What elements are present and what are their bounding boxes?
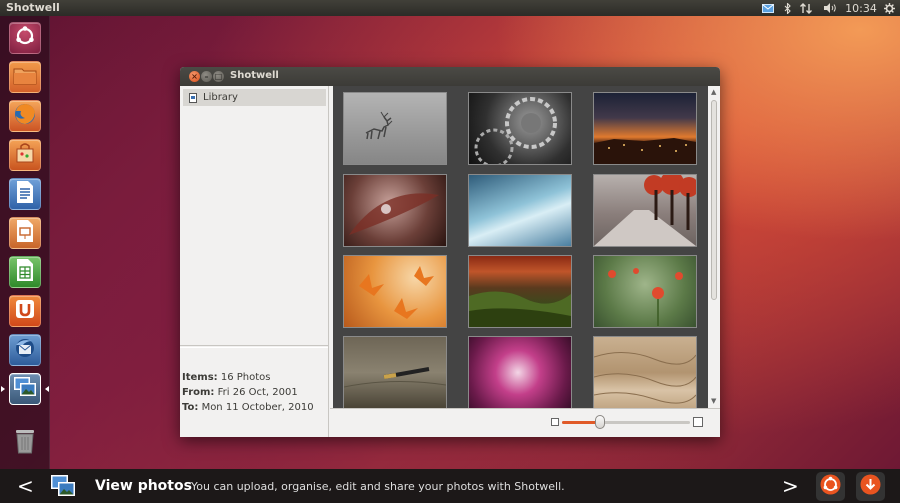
zoom-slider-knob[interactable] <box>595 415 606 429</box>
photo-thumbnail-autumn-path[interactable] <box>593 171 699 247</box>
ubuntu-one-icon <box>14 298 36 324</box>
launcher-item-libreoffice-calc[interactable] <box>9 256 41 288</box>
download-button[interactable] <box>856 472 885 501</box>
scroll-down-icon[interactable]: ▼ <box>711 397 716 405</box>
writer-icon <box>15 180 35 208</box>
install-button[interactable] <box>816 472 845 501</box>
launcher-item-trash[interactable] <box>9 427 41 459</box>
from-value: Fri 26 Oct, 2001 <box>217 387 298 398</box>
photo-thumbnail-misty-deer[interactable] <box>343 92 447 165</box>
photo-thumbnail-city-sunset[interactable] <box>593 92 697 165</box>
mail-icon[interactable] <box>760 0 776 16</box>
launcher-item-files[interactable] <box>9 61 41 93</box>
bottom-bar-title: View photos <box>95 478 192 494</box>
launcher-item-firefox[interactable] <box>9 100 41 132</box>
sidebar-item-library[interactable]: Library <box>183 89 326 106</box>
zoom-out-icon[interactable] <box>551 418 559 426</box>
launcher-item-thunderbird[interactable] <box>9 334 41 366</box>
folder-icon <box>13 65 37 89</box>
sidebar: Library Items: 16 Photos From: Fri 26 Oc… <box>180 86 329 437</box>
launcher-item-software-center[interactable] <box>9 139 41 171</box>
launcher-item-libreoffice-impress[interactable] <box>9 217 41 249</box>
next-arrow-button[interactable]: > <box>782 474 799 498</box>
to-label: To: <box>182 402 199 413</box>
bottom-bar-description: You can upload, organise, edit and share… <box>191 480 565 493</box>
photo-thumbnail-fountain-pen[interactable] <box>343 336 447 409</box>
photo-thumbnail-red-poppies[interactable] <box>593 255 697 328</box>
bluetooth-icon[interactable] <box>781 0 793 16</box>
library-stats: Items: 16 Photos From: Fri 26 Oct, 2001 … <box>182 370 314 415</box>
launcher <box>0 16 50 469</box>
photo-thumbnail-pink-flower[interactable] <box>468 336 572 409</box>
photo-thumbnail-blue-abstract[interactable] <box>468 174 572 247</box>
top-panel: Shotwell 10:34 <box>0 0 900 16</box>
impress-icon <box>15 219 35 247</box>
zoom-slider[interactable] <box>562 421 690 424</box>
volume-icon[interactable] <box>822 0 838 16</box>
tour-bottom-bar: < View photos You can upload, organise, … <box>0 469 900 503</box>
clock[interactable]: 10:34 <box>845 0 877 16</box>
photo-thumbnail-water-droplet-leaf[interactable] <box>343 174 447 247</box>
ubuntu-logo-icon <box>14 25 36 51</box>
launcher-item-shotwell[interactable] <box>9 373 41 405</box>
maximize-icon[interactable]: □ <box>213 71 224 82</box>
close-icon[interactable]: × <box>189 71 200 82</box>
system-gear-icon[interactable] <box>881 0 897 16</box>
scrollbar-thumb[interactable] <box>711 100 717 300</box>
thunderbird-icon <box>13 337 37 363</box>
window-title: Shotwell <box>230 70 279 81</box>
shotwell-window: × – □ Shotwell Library Items: 16 Photos … <box>180 67 720 437</box>
scroll-up-icon[interactable]: ▲ <box>711 88 716 96</box>
trash-icon <box>14 428 36 458</box>
download-icon <box>860 474 881 499</box>
firefox-icon <box>13 102 37 130</box>
sidebar-item-label: Library <box>203 92 238 103</box>
library-icon <box>189 92 197 103</box>
window-titlebar[interactable]: × – □ Shotwell <box>180 67 720 86</box>
photo-thumbnail-orange-leaves[interactable] <box>343 255 447 328</box>
ubuntu-logo-icon <box>820 474 841 499</box>
items-label: Items: <box>182 372 218 383</box>
active-left-arrow-indicator <box>1 386 5 392</box>
launcher-item-dash-home[interactable] <box>9 22 41 54</box>
launcher-item-ubuntu-one[interactable] <box>9 295 41 327</box>
calc-icon <box>15 258 35 286</box>
minimize-icon[interactable]: – <box>201 71 212 82</box>
network-icon[interactable] <box>798 0 814 16</box>
photo-thumbnail-green-valley[interactable] <box>468 255 572 328</box>
zoom-in-icon[interactable] <box>693 417 703 427</box>
to-value: Mon 11 October, 2010 <box>201 402 314 413</box>
active-app-title: Shotwell <box>6 1 60 14</box>
launcher-item-libreoffice-writer[interactable] <box>9 178 41 210</box>
items-value: 16 Photos <box>220 372 271 383</box>
photo-grid <box>333 86 708 409</box>
sidebar-divider[interactable] <box>180 345 328 348</box>
desktop-background: Shotwell 10:34 × – □ Shotwell Library It… <box>0 0 900 503</box>
vertical-scrollbar[interactable]: ▲ ▼ <box>708 86 720 408</box>
from-label: From: <box>182 387 215 398</box>
photo-thumbnail-clock-gears[interactable] <box>468 92 572 168</box>
shotwell-icon <box>13 376 37 402</box>
bottom-toolbar <box>330 408 720 437</box>
prev-arrow-button[interactable]: < <box>17 474 34 498</box>
shopping-bag-icon <box>14 142 36 168</box>
shotwell-app-icon <box>50 473 76 499</box>
photo-thumbnail-sand-dunes[interactable] <box>593 336 697 409</box>
active-right-arrow-indicator <box>45 386 49 392</box>
